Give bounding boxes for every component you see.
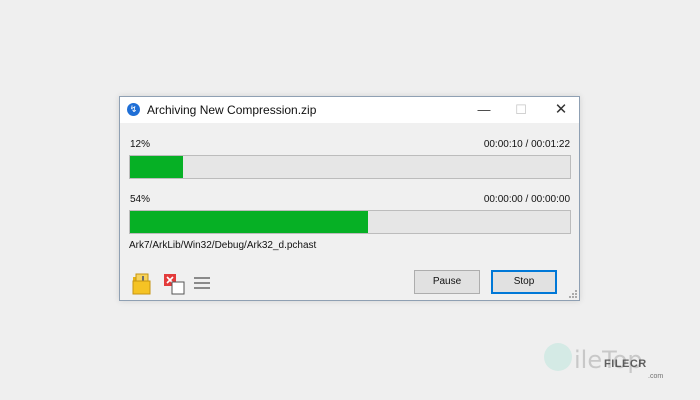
watermark-logo: ileTop FILECR .com <box>544 340 684 384</box>
window-title: Archiving New Compression.zip <box>147 103 317 117</box>
minimize-button[interactable]: — <box>465 97 503 123</box>
archive-progress-window: ↯ Archiving New Compression.zip — ☐ ✕ 12… <box>119 96 580 301</box>
open-folder-icon[interactable] <box>132 273 152 295</box>
file-time-label: 00:00:10 / 00:01:22 <box>483 139 570 150</box>
watermark-dotcom: .com <box>648 373 664 380</box>
stop-button[interactable]: Stop <box>491 270 557 294</box>
total-percent-label: 54% <box>130 194 151 205</box>
pause-button[interactable]: Pause <box>414 270 480 294</box>
total-progress-fill <box>130 211 368 233</box>
total-progress-bar <box>129 210 571 234</box>
file-percent-label: 12% <box>130 139 151 150</box>
title-bar: ↯ Archiving New Compression.zip — ☐ ✕ <box>120 97 579 123</box>
file-progress-bar <box>129 155 571 179</box>
watermark-link-icon <box>544 343 572 371</box>
archive-app-icon: ↯ <box>127 103 140 116</box>
watermark-small: FILECR <box>604 358 647 370</box>
file-progress-fill <box>130 156 183 178</box>
close-window-icon[interactable] <box>163 273 185 295</box>
resize-grip-icon[interactable] <box>569 290 577 298</box>
menu-icon[interactable] <box>194 276 210 290</box>
current-file-path: Ark7/ArkLib/Win32/Debug/Ark32_d.pchast <box>129 240 317 251</box>
maximize-button[interactable]: ☐ <box>502 97 540 123</box>
close-button[interactable]: ✕ <box>542 97 580 123</box>
total-time-label: 00:00:00 / 00:00:00 <box>483 194 570 205</box>
